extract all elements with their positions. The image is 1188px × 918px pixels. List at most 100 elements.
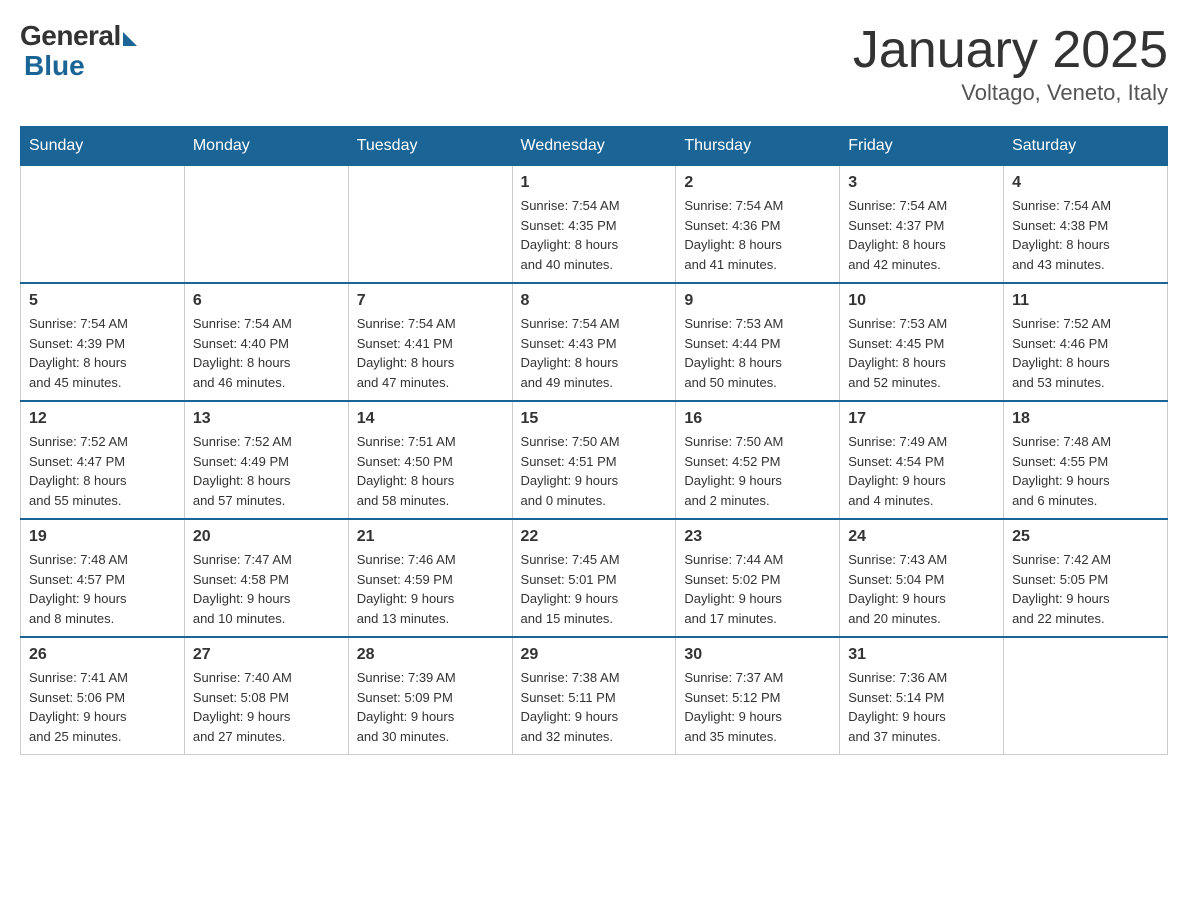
day-info: Sunrise: 7:46 AM Sunset: 4:59 PM Dayligh… — [357, 550, 504, 628]
calendar-cell: 7 Sunrise: 7:54 AM Sunset: 4:41 PM Daylig… — [348, 283, 512, 401]
calendar-table: SundayMondayTuesdayWednesdayThursdayFrid… — [20, 126, 1168, 755]
day-number: 7 — [357, 292, 504, 310]
calendar-cell — [1004, 637, 1168, 755]
day-info: Sunrise: 7:49 AM Sunset: 4:54 PM Dayligh… — [848, 432, 995, 510]
calendar-cell: 11 Sunrise: 7:52 AM Sunset: 4:46 PM Dayli… — [1004, 283, 1168, 401]
calendar-cell: 21Sunrise: 7:46 AM Sunset: 4:59 PM Dayli… — [348, 519, 512, 637]
logo-arrow-icon — [123, 32, 137, 46]
day-info: Sunrise: 7:36 AM Sunset: 5:14 PM Dayligh… — [848, 668, 995, 746]
day-number: 27 — [193, 646, 340, 664]
day-number: 13 — [193, 410, 340, 428]
day-info: Sunrise: 7:43 AM Sunset: 5:04 PM Dayligh… — [848, 550, 995, 628]
day-info: Sunrise: 7:54 AM Sunset: 4:40 PM Dayligh… — [193, 314, 340, 392]
day-number: 15 — [521, 410, 668, 428]
calendar-cell: 16 Sunrise: 7:50 AM Sunset: 4:52 PM Dayli… — [676, 401, 840, 519]
day-number: 28 — [357, 646, 504, 664]
calendar-cell: 30 Sunrise: 7:37 AM Sunset: 5:12 PM Dayli… — [676, 637, 840, 755]
calendar-cell: 20 Sunrise: 7:47 AM Sunset: 4:58 PM Dayli… — [184, 519, 348, 637]
day-info: Sunrise: 7:54 AM Sunset: 4:41 PM Dayligh… — [357, 314, 504, 392]
page-header: General Blue January 2025 Voltago, Venet… — [20, 20, 1168, 106]
weekday-header-row: SundayMondayTuesdayWednesdayThursdayFrid… — [21, 127, 1168, 166]
weekday-header-sunday: Sunday — [21, 127, 185, 166]
day-info: Sunrise: 7:54 AM Sunset: 4:35 PM Dayligh… — [521, 196, 668, 274]
weekday-header-tuesday: Tuesday — [348, 127, 512, 166]
calendar-cell: 4Sunrise: 7:54 AM Sunset: 4:38 PM Daylig… — [1004, 166, 1168, 284]
day-number: 1 — [521, 174, 668, 192]
calendar-cell: 29 Sunrise: 7:38 AM Sunset: 5:11 PM Dayli… — [512, 637, 676, 755]
day-info: Sunrise: 7:44 AM Sunset: 5:02 PM Dayligh… — [684, 550, 831, 628]
weekday-header-friday: Friday — [840, 127, 1004, 166]
day-number: 16 — [684, 410, 831, 428]
calendar-cell: 2 Sunrise: 7:54 AM Sunset: 4:36 PM Daylig… — [676, 166, 840, 284]
calendar-body: 1 Sunrise: 7:54 AM Sunset: 4:35 PM Daylig… — [21, 166, 1168, 755]
calendar-cell: 27 Sunrise: 7:40 AM Sunset: 5:08 PM Dayli… — [184, 637, 348, 755]
title-section: January 2025 Voltago, Veneto, Italy — [853, 20, 1168, 106]
calendar-cell: 5Sunrise: 7:54 AM Sunset: 4:39 PM Daylig… — [21, 283, 185, 401]
calendar-cell: 9 Sunrise: 7:53 AM Sunset: 4:44 PM Daylig… — [676, 283, 840, 401]
day-number: 8 — [521, 292, 668, 310]
day-number: 20 — [193, 528, 340, 546]
calendar-cell — [21, 166, 185, 284]
day-info: Sunrise: 7:54 AM Sunset: 4:36 PM Dayligh… — [684, 196, 831, 274]
day-info: Sunrise: 7:37 AM Sunset: 5:12 PM Dayligh… — [684, 668, 831, 746]
calendar-cell: 25Sunrise: 7:42 AM Sunset: 5:05 PM Dayli… — [1004, 519, 1168, 637]
day-info: Sunrise: 7:52 AM Sunset: 4:49 PM Dayligh… — [193, 432, 340, 510]
calendar-cell: 31 Sunrise: 7:36 AM Sunset: 5:14 PM Dayli… — [840, 637, 1004, 755]
calendar-cell: 15Sunrise: 7:50 AM Sunset: 4:51 PM Dayli… — [512, 401, 676, 519]
day-number: 3 — [848, 174, 995, 192]
calendar-header: SundayMondayTuesdayWednesdayThursdayFrid… — [21, 127, 1168, 166]
day-info: Sunrise: 7:47 AM Sunset: 4:58 PM Dayligh… — [193, 550, 340, 628]
calendar-cell: 22Sunrise: 7:45 AM Sunset: 5:01 PM Dayli… — [512, 519, 676, 637]
calendar-cell: 23Sunrise: 7:44 AM Sunset: 5:02 PM Dayli… — [676, 519, 840, 637]
day-number: 5 — [29, 292, 176, 310]
weekday-header-saturday: Saturday — [1004, 127, 1168, 166]
day-info: Sunrise: 7:50 AM Sunset: 4:52 PM Dayligh… — [684, 432, 831, 510]
day-number: 26 — [29, 646, 176, 664]
day-info: Sunrise: 7:53 AM Sunset: 4:44 PM Dayligh… — [684, 314, 831, 392]
calendar-cell: 13 Sunrise: 7:52 AM Sunset: 4:49 PM Dayli… — [184, 401, 348, 519]
day-info: Sunrise: 7:48 AM Sunset: 4:55 PM Dayligh… — [1012, 432, 1159, 510]
day-number: 29 — [521, 646, 668, 664]
calendar-cell: 6 Sunrise: 7:54 AM Sunset: 4:40 PM Daylig… — [184, 283, 348, 401]
day-info: Sunrise: 7:40 AM Sunset: 5:08 PM Dayligh… — [193, 668, 340, 746]
calendar-cell: 24 Sunrise: 7:43 AM Sunset: 5:04 PM Dayli… — [840, 519, 1004, 637]
day-info: Sunrise: 7:38 AM Sunset: 5:11 PM Dayligh… — [521, 668, 668, 746]
day-number: 31 — [848, 646, 995, 664]
day-info: Sunrise: 7:41 AM Sunset: 5:06 PM Dayligh… — [29, 668, 176, 746]
day-info: Sunrise: 7:48 AM Sunset: 4:57 PM Dayligh… — [29, 550, 176, 628]
day-number: 4 — [1012, 174, 1159, 192]
weekday-header-thursday: Thursday — [676, 127, 840, 166]
day-number: 30 — [684, 646, 831, 664]
day-number: 9 — [684, 292, 831, 310]
week-row-3: 12Sunrise: 7:52 AM Sunset: 4:47 PM Dayli… — [21, 401, 1168, 519]
day-info: Sunrise: 7:39 AM Sunset: 5:09 PM Dayligh… — [357, 668, 504, 746]
logo-blue-text: Blue — [24, 50, 85, 82]
weekday-header-monday: Monday — [184, 127, 348, 166]
calendar-title: January 2025 — [853, 20, 1168, 80]
calendar-cell: 14 Sunrise: 7:51 AM Sunset: 4:50 PM Dayli… — [348, 401, 512, 519]
day-number: 24 — [848, 528, 995, 546]
day-number: 14 — [357, 410, 504, 428]
day-info: Sunrise: 7:53 AM Sunset: 4:45 PM Dayligh… — [848, 314, 995, 392]
day-number: 12 — [29, 410, 176, 428]
day-number: 11 — [1012, 292, 1159, 310]
weekday-header-wednesday: Wednesday — [512, 127, 676, 166]
day-info: Sunrise: 7:52 AM Sunset: 4:46 PM Dayligh… — [1012, 314, 1159, 392]
week-row-1: 1 Sunrise: 7:54 AM Sunset: 4:35 PM Daylig… — [21, 166, 1168, 284]
day-number: 18 — [1012, 410, 1159, 428]
day-number: 10 — [848, 292, 995, 310]
calendar-cell: 1 Sunrise: 7:54 AM Sunset: 4:35 PM Daylig… — [512, 166, 676, 284]
calendar-cell: 12Sunrise: 7:52 AM Sunset: 4:47 PM Dayli… — [21, 401, 185, 519]
week-row-5: 26 Sunrise: 7:41 AM Sunset: 5:06 PM Dayli… — [21, 637, 1168, 755]
week-row-4: 19Sunrise: 7:48 AM Sunset: 4:57 PM Dayli… — [21, 519, 1168, 637]
calendar-cell: 18 Sunrise: 7:48 AM Sunset: 4:55 PM Dayli… — [1004, 401, 1168, 519]
day-number: 25 — [1012, 528, 1159, 546]
calendar-subtitle: Voltago, Veneto, Italy — [853, 80, 1168, 106]
logo-general-text: General — [20, 20, 121, 52]
day-info: Sunrise: 7:45 AM Sunset: 5:01 PM Dayligh… — [521, 550, 668, 628]
calendar-cell: 8Sunrise: 7:54 AM Sunset: 4:43 PM Daylig… — [512, 283, 676, 401]
calendar-cell: 3Sunrise: 7:54 AM Sunset: 4:37 PM Daylig… — [840, 166, 1004, 284]
day-number: 2 — [684, 174, 831, 192]
day-number: 6 — [193, 292, 340, 310]
day-info: Sunrise: 7:51 AM Sunset: 4:50 PM Dayligh… — [357, 432, 504, 510]
